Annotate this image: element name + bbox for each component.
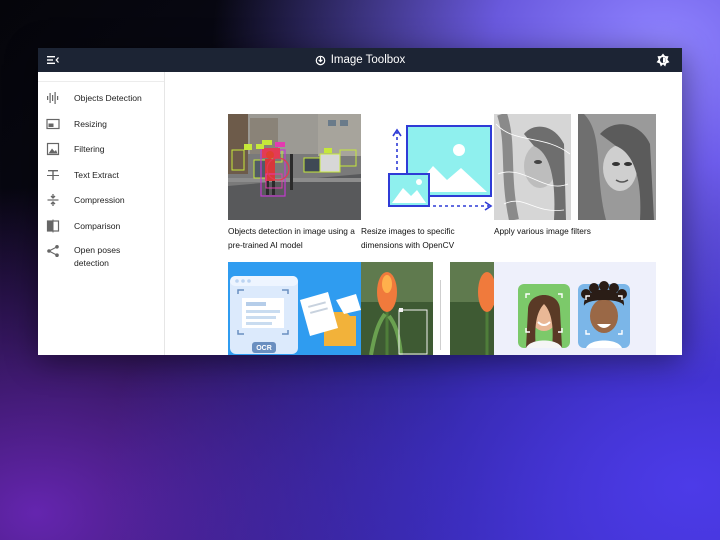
sidebar-item-label: Compression [74, 195, 125, 205]
sidebar-item-text-extract[interactable]: Text Extract [38, 165, 164, 191]
card-compression[interactable] [361, 262, 494, 355]
card-text-extract[interactable]: OCR [228, 262, 361, 355]
app-logo-icon [315, 55, 326, 65]
resizing-thumbnail [361, 114, 494, 220]
ocr-thumbnail: OCR [228, 262, 361, 355]
card-resizing[interactable]: Resize images to specific dimensions wit… [361, 114, 494, 254]
street-scene-image [228, 114, 361, 220]
waveform-icon [47, 92, 59, 104]
sidebar-item-label: Text Extract [74, 169, 119, 180]
sidebar-item-resizing[interactable]: Resizing [38, 114, 164, 140]
sidebar-item-open-poses-detection[interactable]: Open poses detection [38, 241, 164, 275]
filter-image-icon [46, 142, 60, 156]
filters-thumbnail [494, 114, 656, 220]
sidebar-item-compression[interactable]: Compression [38, 190, 164, 216]
sidebar-item-objects-detection[interactable]: Objects Detection [38, 88, 164, 114]
sidebar-item-comparison[interactable]: Comparison [38, 216, 164, 242]
flower-compare-image [361, 262, 494, 355]
sidebar-item-label: Resizing [74, 118, 107, 129]
main-content: Objects detection in image using a pre-t… [165, 72, 682, 355]
card-caption: Objects detection in image using a pre-t… [228, 226, 355, 250]
app-title: Image Toolbox [330, 54, 406, 66]
sidebar-item-label: Objects Detection [74, 93, 142, 103]
objects-detection-thumbnail [228, 114, 361, 220]
sidebar-item-label: Filtering [74, 144, 105, 154]
compare-icon [46, 219, 60, 232]
drawer-divider [38, 81, 164, 82]
compression-thumbnail [361, 262, 494, 355]
sidebar-item-label: Open poses detection [74, 245, 121, 268]
app-window: Image Toolbox Objects Detection Resizing [38, 48, 682, 355]
face-detection-thumbnail [494, 262, 656, 355]
card-pose-detection[interactable] [494, 262, 656, 355]
card-objects-detection[interactable]: Objects detection in image using a pre-t… [228, 114, 361, 254]
face-detection-image [494, 262, 656, 355]
resize-illustration [361, 114, 494, 220]
compress-icon [47, 194, 59, 206]
sidebar-item-filtering[interactable]: Filtering [38, 139, 164, 165]
ocr-illustration [228, 262, 361, 355]
share-nodes-icon [47, 245, 59, 257]
theme-toggle-icon[interactable] [656, 53, 670, 67]
ocr-badge: OCR [256, 345, 272, 352]
card-caption: Resize images to specific dimensions wit… [361, 226, 455, 250]
filtered-portraits-image [494, 114, 656, 220]
top-app-bar: Image Toolbox [38, 48, 682, 72]
image-resize-icon [46, 118, 60, 129]
app-title-group: Image Toolbox [315, 54, 406, 66]
navigation-drawer: Objects Detection Resizing Filtering Tex… [38, 72, 165, 355]
menu-open-icon[interactable] [46, 53, 60, 67]
card-caption: Apply various image filters [494, 226, 591, 236]
text-extract-icon [47, 169, 59, 180]
card-filtering[interactable]: Apply various image filters [494, 114, 656, 254]
sidebar-item-label: Comparison [74, 220, 121, 231]
